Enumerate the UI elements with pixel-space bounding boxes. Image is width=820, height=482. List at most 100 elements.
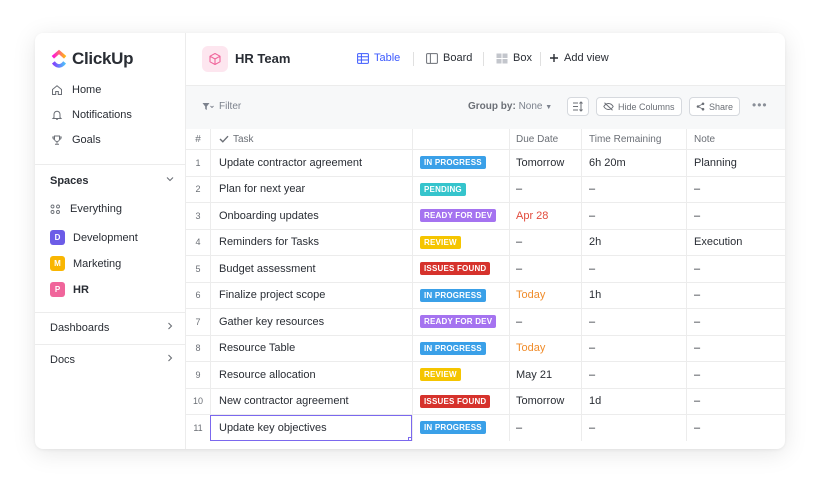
task-name-cell[interactable]: Gather key resources [210, 309, 412, 335]
nav-goals[interactable]: Goals [50, 133, 101, 147]
due-date-cell[interactable]: – [509, 176, 581, 202]
status-badge: ISSUES FOUND [420, 394, 491, 408]
time-remaining-cell[interactable]: 1h [581, 282, 686, 308]
due-date-cell[interactable]: – [509, 415, 581, 441]
tab-box[interactable]: Box [496, 52, 532, 64]
table-row[interactable]: 8 Resource Table IN PROGRESS Today – – [186, 334, 785, 361]
task-name-cell[interactable]: Resource Table [210, 335, 412, 361]
note-cell[interactable]: Execution [686, 229, 785, 255]
task-name-cell[interactable]: Plan for next year [210, 176, 412, 202]
space-development[interactable]: D Development [50, 230, 138, 245]
due-date-cell[interactable]: Today [509, 335, 581, 361]
sort-button[interactable] [567, 97, 589, 116]
status-cell[interactable]: PENDING [412, 176, 509, 202]
note-cell[interactable]: – [686, 309, 785, 335]
status-cell[interactable]: REVIEW [412, 362, 509, 388]
note: – [694, 209, 701, 222]
table-row[interactable]: 10 New contractor agreement ISSUES FOUND To… [186, 387, 785, 414]
share-button[interactable]: Share [689, 97, 741, 116]
task-name-cell[interactable]: Reminders for Tasks [210, 229, 412, 255]
table-row[interactable]: 9 Resource allocation REVIEW May 21 – – [186, 361, 785, 388]
time-remaining-cell[interactable]: 2h [581, 229, 686, 255]
due-date-cell[interactable]: May 21 [509, 362, 581, 388]
time-remaining-cell[interactable]: 1d [581, 388, 686, 414]
task-name-cell[interactable]: Resource allocation [210, 362, 412, 388]
table-row[interactable]: 11 Update key objectives IN PROGRESS – – – [186, 414, 785, 441]
task-name-cell[interactable]: Update key objectives [210, 415, 412, 441]
status-cell[interactable]: IN PROGRESS [412, 335, 509, 361]
table-row[interactable]: 1 Update contractor agreement IN PROGRESS T… [186, 149, 785, 176]
sidebar-dashboards[interactable]: Dashboards [50, 321, 175, 334]
time-remaining-cell[interactable]: – [581, 309, 686, 335]
nav-notifications-label: Notifications [72, 109, 132, 121]
add-view-button[interactable]: Add view [549, 52, 609, 64]
space-hr[interactable]: P HR [50, 282, 89, 297]
time-remaining-cell[interactable]: – [581, 203, 686, 229]
chevron-down-icon[interactable] [165, 174, 175, 187]
status-cell[interactable]: READY FOR DEV [412, 309, 509, 335]
table-row[interactable]: 7 Gather key resources READY FOR DEV – – – [186, 308, 785, 335]
col-task-header[interactable]: Task [210, 129, 412, 149]
status-cell[interactable]: REVIEW [412, 229, 509, 255]
task-name-cell[interactable]: New contractor agreement [210, 388, 412, 414]
note-cell[interactable]: – [686, 256, 785, 282]
row-number: 6 [195, 290, 201, 301]
note-cell[interactable]: – [686, 203, 785, 229]
col-status-header[interactable] [412, 129, 509, 149]
due-date-cell[interactable]: – [509, 229, 581, 255]
due-date-cell[interactable]: Apr 28 [509, 203, 581, 229]
note-cell[interactable]: – [686, 388, 785, 414]
spaces-header[interactable]: Spaces [50, 174, 175, 187]
table-row[interactable]: 6 Finalize project scope IN PROGRESS Today 1… [186, 281, 785, 308]
note-cell[interactable]: – [686, 415, 785, 441]
table-row[interactable]: 3 Onboarding updates READY FOR DEV Apr 28 – – [186, 202, 785, 229]
sidebar-docs[interactable]: Docs [50, 353, 175, 366]
nav-notifications[interactable]: Notifications [50, 108, 132, 122]
space-everything[interactable]: Everything [50, 203, 122, 215]
chevron-right-icon [165, 321, 175, 334]
status-cell[interactable]: ISSUES FOUND [412, 256, 509, 282]
table-row[interactable]: 4 Reminders for Tasks REVIEW – 2h Execution [186, 228, 785, 255]
note-cell[interactable]: – [686, 282, 785, 308]
task-name-cell[interactable]: Budget assessment [210, 256, 412, 282]
share-label: Share [709, 101, 734, 112]
time-remaining-cell[interactable]: – [581, 415, 686, 441]
group-by-select[interactable]: Group by: None ▼ [468, 101, 552, 112]
col-due-header[interactable]: Due Date [509, 129, 581, 149]
time-remaining-cell[interactable]: – [581, 362, 686, 388]
time-remaining-cell[interactable]: – [581, 256, 686, 282]
tab-table[interactable]: Table [357, 52, 400, 64]
status-cell[interactable]: IN PROGRESS [412, 415, 509, 441]
col-time-header[interactable]: Time Remaining [581, 129, 686, 149]
time-remaining-cell[interactable]: 6h 20m [581, 150, 686, 176]
note-cell[interactable]: Planning [686, 150, 785, 176]
col-note-header[interactable]: Note [686, 129, 785, 149]
note-cell[interactable]: – [686, 362, 785, 388]
note-cell[interactable]: – [686, 176, 785, 202]
note: Execution [694, 236, 743, 249]
task-name-cell[interactable]: Finalize project scope [210, 282, 412, 308]
due-date-cell[interactable]: Tomorrow [509, 388, 581, 414]
status-cell[interactable]: IN PROGRESS [412, 282, 509, 308]
task-name-cell[interactable]: Onboarding updates [210, 203, 412, 229]
task-name-cell[interactable]: Update contractor agreement [210, 150, 412, 176]
status-cell[interactable]: READY FOR DEV [412, 203, 509, 229]
brand-logo[interactable]: ClickUp [50, 49, 134, 69]
table-row[interactable]: 2 Plan for next year PENDING – – – [186, 175, 785, 202]
table-row[interactable]: 5 Budget assessment ISSUES FOUND – – – [186, 255, 785, 282]
nav-home[interactable]: Home [50, 83, 101, 97]
due-date-cell[interactable]: Today [509, 282, 581, 308]
due-date-cell[interactable]: – [509, 309, 581, 335]
filter-button[interactable]: Filter [202, 101, 241, 112]
due-date-cell[interactable]: – [509, 256, 581, 282]
space-marketing[interactable]: M Marketing [50, 256, 121, 271]
note-cell[interactable]: – [686, 335, 785, 361]
time-remaining-cell[interactable]: – [581, 176, 686, 202]
tab-board[interactable]: Board [426, 52, 472, 64]
status-cell[interactable]: ISSUES FOUND [412, 388, 509, 414]
hide-columns-button[interactable]: Hide Columns [596, 97, 682, 116]
status-cell[interactable]: IN PROGRESS [412, 150, 509, 176]
due-date-cell[interactable]: Tomorrow [509, 150, 581, 176]
more-options-icon[interactable]: ••• [752, 98, 768, 112]
time-remaining-cell[interactable]: – [581, 335, 686, 361]
